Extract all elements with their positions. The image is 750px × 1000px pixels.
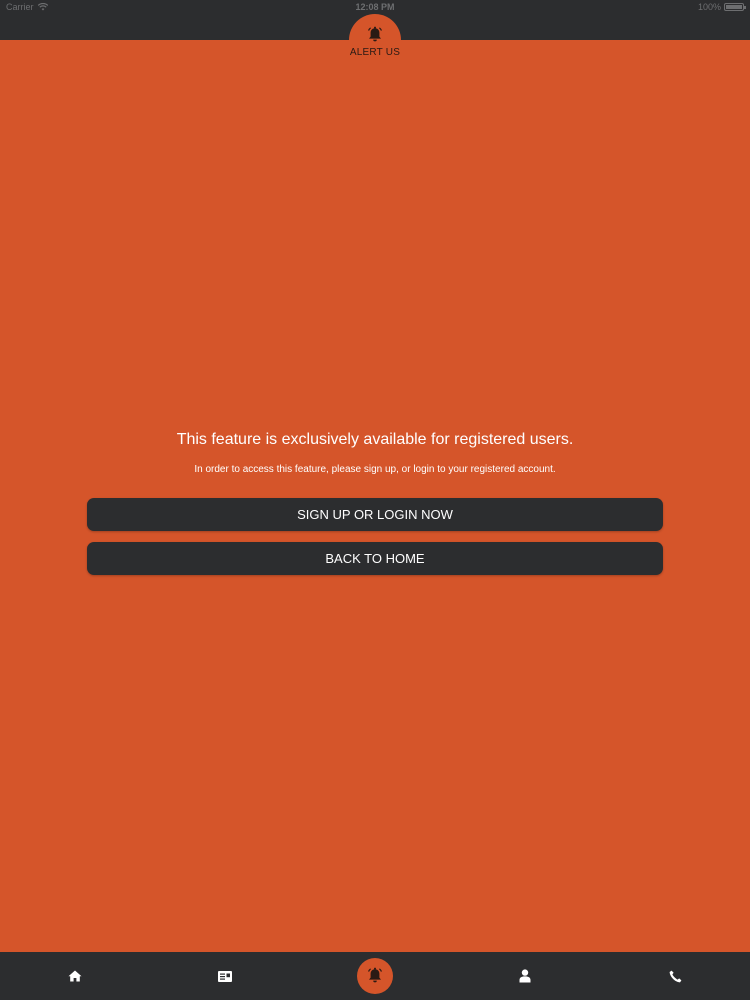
user-icon xyxy=(519,969,531,983)
status-time: 12:08 PM xyxy=(355,2,395,12)
bell-icon xyxy=(368,967,382,983)
alert-tab-circle xyxy=(357,958,393,994)
tab-news[interactable] xyxy=(205,952,245,1000)
bell-icon xyxy=(368,26,382,42)
back-to-home-button[interactable]: BACK TO HOME xyxy=(87,542,663,575)
status-right: 100% xyxy=(697,2,746,12)
tab-home[interactable] xyxy=(55,952,95,1000)
battery-percent: 100% xyxy=(697,2,721,12)
tab-alert[interactable] xyxy=(355,952,395,1000)
phone-icon xyxy=(669,970,681,982)
alert-us-button[interactable]: ALERT US xyxy=(349,14,401,64)
tab-call[interactable] xyxy=(655,952,695,1000)
bottom-tab-bar xyxy=(0,952,750,1000)
battery-icon xyxy=(724,3,746,11)
alert-us-label: ALERT US xyxy=(349,47,401,58)
news-card-icon xyxy=(218,970,232,982)
home-icon xyxy=(68,970,82,982)
restricted-message: This feature is exclusively available fo… xyxy=(0,430,750,476)
tab-profile[interactable] xyxy=(505,952,545,1000)
message-title: This feature is exclusively available fo… xyxy=(176,431,574,448)
message-subtitle: In order to access this feature, please … xyxy=(194,464,556,475)
battery-fill xyxy=(726,5,742,9)
signup-login-button[interactable]: SIGN UP OR LOGIN NOW xyxy=(87,498,663,531)
